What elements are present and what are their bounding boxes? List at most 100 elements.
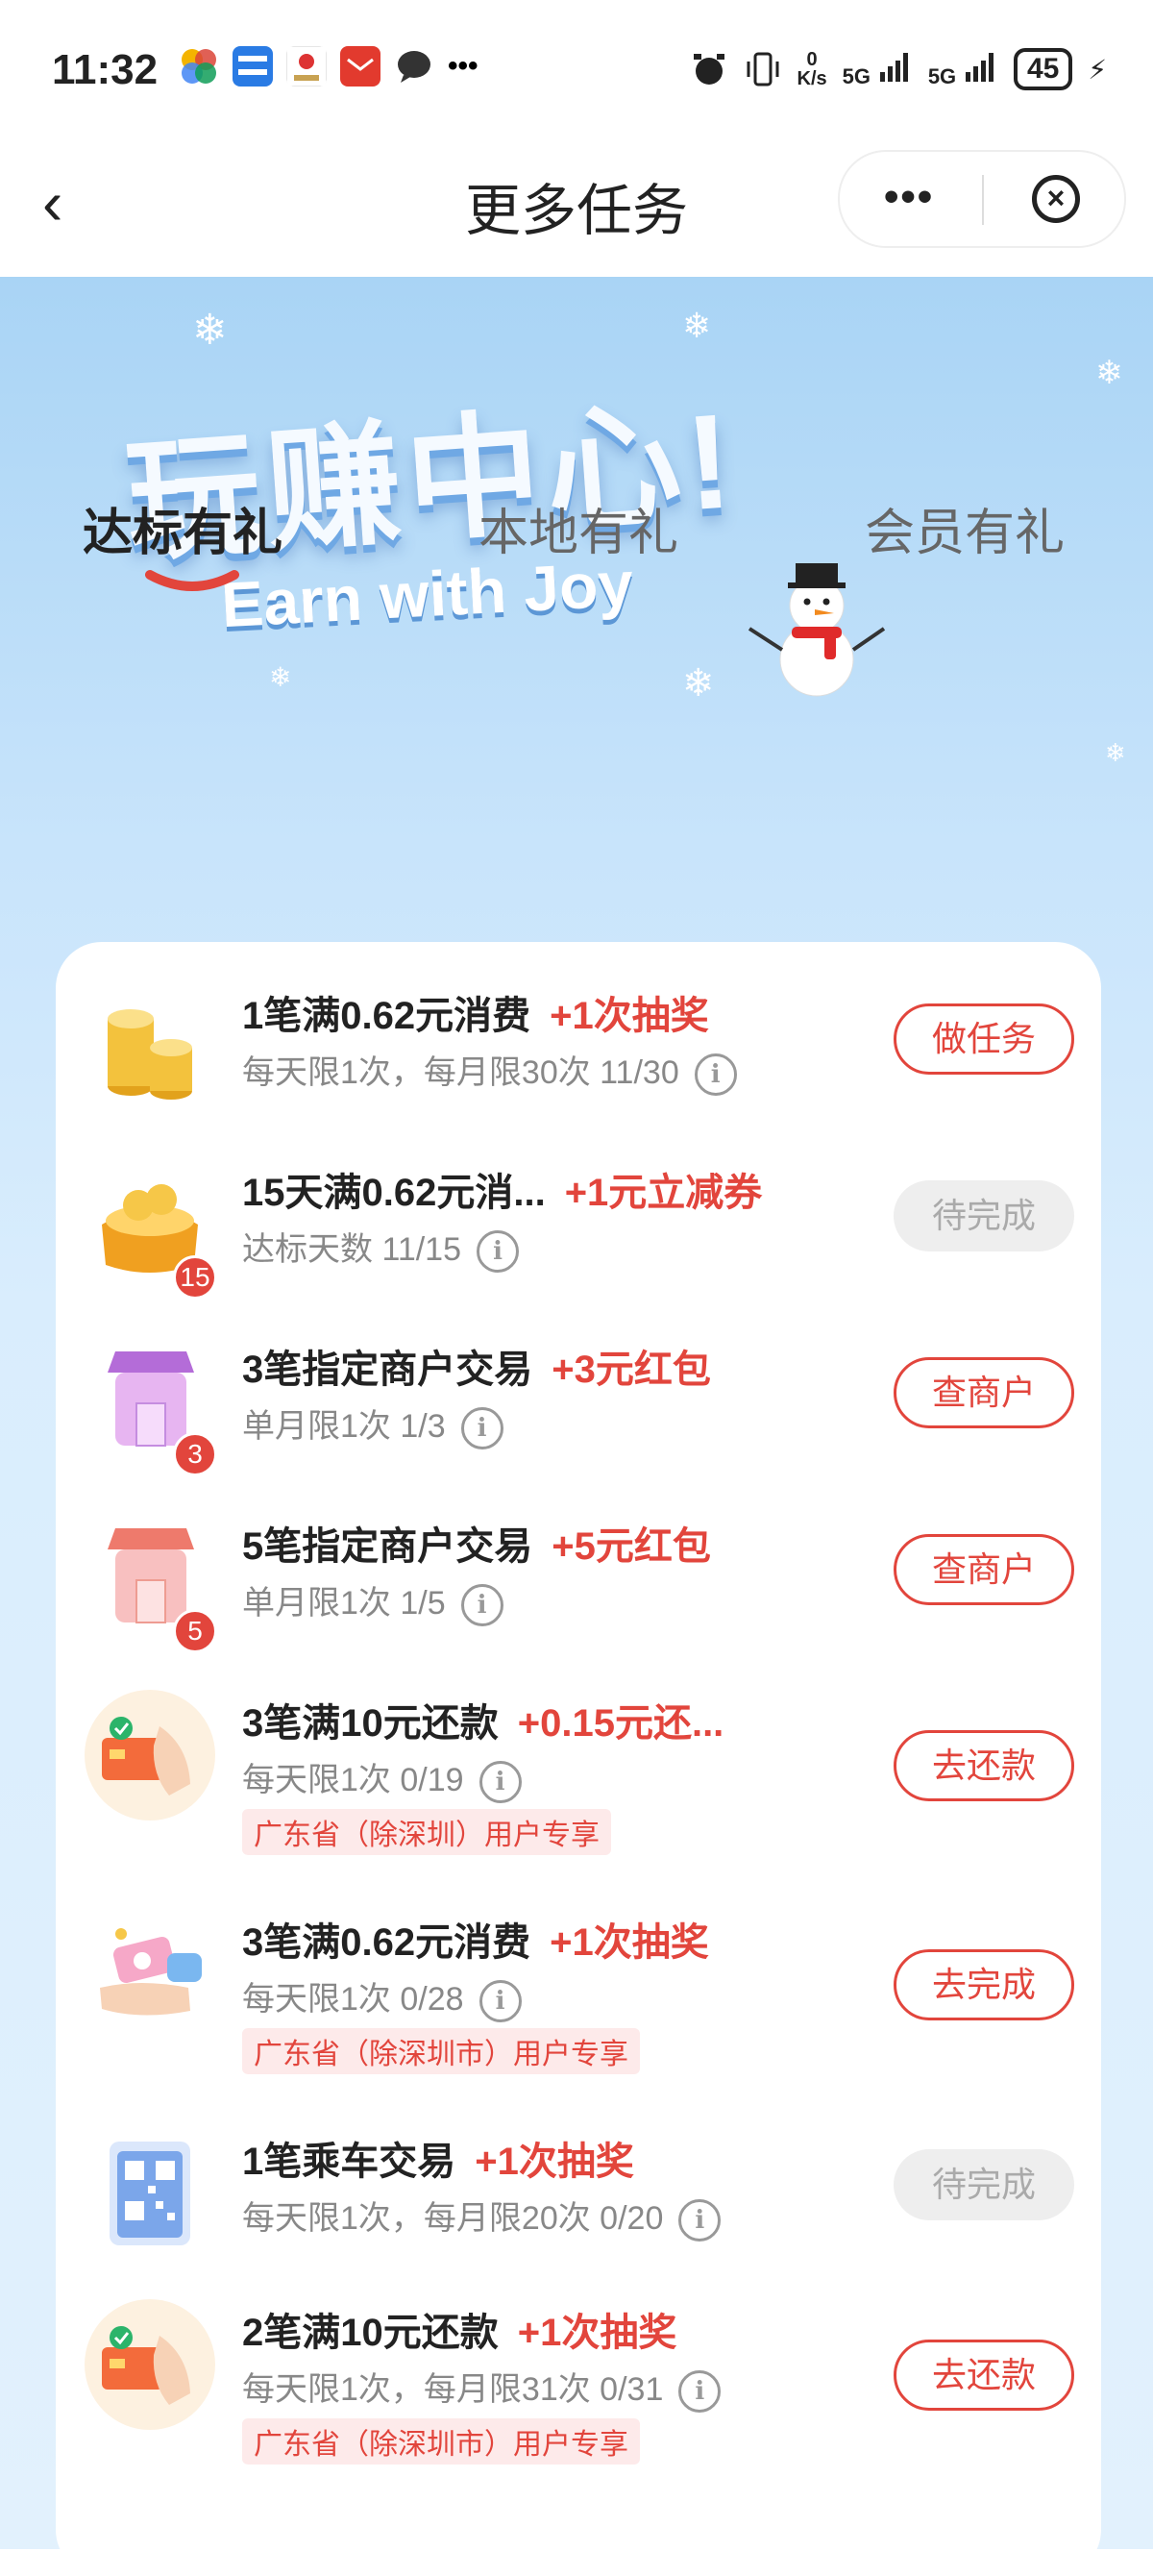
tab-local-rewards[interactable]: 本地有礼 [478, 492, 678, 564]
task-subtitle-text: 单月限1次 1/5 [242, 1585, 446, 1622]
view-merchants-button[interactable]: 查商户 [894, 1357, 1074, 1428]
task-title-text: 15天满0.62元消... [242, 1172, 546, 1214]
do-task-button[interactable]: 做任务 [894, 1003, 1074, 1075]
info-icon[interactable]: i [460, 1407, 503, 1450]
task-reward: +3元红包 [552, 1349, 711, 1391]
task-title-text: 3笔满0.62元消费 [242, 1921, 531, 1964]
tab-standard-rewards[interactable]: 达标有礼 [83, 492, 282, 564]
signal-bars-icon [965, 52, 994, 82]
view-merchants-button[interactable]: 查商户 [894, 1534, 1074, 1605]
repay-button[interactable]: 去还款 [894, 1730, 1074, 1801]
cash-hand-icon [100, 1928, 202, 2016]
complete-button[interactable]: 去完成 [894, 1949, 1074, 2020]
status-indicators: 0 K/s 5G 5G 45 ⚡ [690, 48, 1107, 90]
region-tag: 广东省（除深圳市）用户专享 [242, 2028, 640, 2074]
bank-app-icon [286, 46, 327, 87]
task-title: 1笔乘车交易 +1次抽奖 [242, 2130, 634, 2186]
pending-button[interactable]: 待完成 [894, 1180, 1074, 1251]
signal-label-2: 5G [927, 63, 957, 88]
task-subtitle-text: 达标天数 11/15 [242, 1231, 462, 1268]
task-subtitle-text: 每天限1次，每月限20次 0/20 [242, 2200, 664, 2237]
task-title-text: 2笔满10元还款 [242, 2312, 499, 2354]
signal-bars-icon [879, 52, 908, 82]
battery-icon: 45 [1013, 48, 1073, 90]
active-tab-indicator [145, 570, 239, 591]
task-title-text: 5笔指定商户交易 [242, 1525, 533, 1568]
net-speed: 0 K/s [797, 50, 827, 88]
qr-code-icon [110, 2142, 190, 2245]
tab-member-rewards[interactable]: 会员有礼 [865, 492, 1065, 564]
task-subtitle: 单月限1次 1/3 i [242, 1399, 503, 1450]
task-reward: +1次抽奖 [550, 1921, 709, 1964]
info-icon[interactable]: i [694, 1053, 737, 1097]
snowflake-icon: ❄ [682, 662, 715, 705]
task-subtitle: 每天限1次 0/19 i [242, 1753, 522, 1804]
info-icon[interactable]: i [460, 1584, 503, 1627]
task-reward: +5元红包 [552, 1525, 711, 1568]
snowflake-icon: ❄ [1105, 738, 1126, 767]
task-title: 2笔满10元还款 +1次抽奖 [242, 2301, 676, 2357]
notification-icons: ••• [179, 46, 478, 87]
task-reward: +1元立减券 [564, 1172, 763, 1214]
info-icon[interactable]: i [678, 2370, 722, 2414]
region-tag: 广东省（除深圳市）用户专享 [242, 2418, 640, 2465]
douyu-app-icon [233, 46, 273, 87]
message-icon [398, 51, 430, 83]
task-title: 15天满0.62元消... +1元立减券 [242, 1161, 762, 1217]
signal-label-1: 5G [842, 63, 871, 88]
info-icon[interactable]: i [478, 1980, 522, 2023]
more-menu-icon[interactable]: ••• [884, 173, 934, 221]
task-title: 3笔满10元还款 +0.15元还... [242, 1692, 724, 1747]
task-subtitle-text: 每天限1次 0/19 [242, 1762, 464, 1798]
task-reward: +1次抽奖 [550, 995, 709, 1037]
snowflake-icon: ❄ [1095, 355, 1123, 391]
task-subtitle: 每天限1次 0/28 i [242, 1972, 522, 2023]
signal-5g-1: 5G [843, 49, 913, 90]
task-subtitle: 达标天数 11/15 i [242, 1223, 520, 1274]
task-subtitle: 每天限1次，每月限30次 11/30 i [242, 1046, 737, 1097]
snowflake-icon: ❄ [192, 307, 228, 354]
count-badge: 15 [173, 1255, 217, 1300]
vibrate-icon [747, 52, 779, 87]
task-title-text: 3笔满10元还款 [242, 1702, 499, 1745]
task-subtitle-text: 单月限1次 1/3 [242, 1408, 446, 1445]
task-subtitle-text: 每天限1次，每月限31次 0/31 [242, 2371, 664, 2408]
task-title: 1笔满0.62元消费 +1次抽奖 [242, 984, 709, 1040]
task-reward: +1次抽奖 [475, 2141, 634, 2183]
status-bar: 11:32 ••• 0 K/s 5G 5G 45 ⚡ [0, 0, 1153, 144]
card-hand-icon [85, 2299, 215, 2430]
info-icon[interactable]: i [477, 1230, 520, 1274]
pending-button[interactable]: 待完成 [894, 2149, 1074, 2220]
task-subtitle: 每天限1次，每月限31次 0/31 i [242, 2363, 722, 2414]
mini-program-capsule: ••• × [838, 150, 1126, 248]
info-icon[interactable]: i [478, 1761, 522, 1804]
task-reward: +1次抽奖 [517, 2312, 677, 2354]
more-notifications-icon: ••• [448, 50, 478, 82]
net-speed-value: 0 [806, 49, 818, 70]
signal-5g-2: 5G [928, 49, 998, 90]
task-subtitle-text: 每天限1次 0/28 [242, 1981, 464, 2018]
snowman-icon [748, 563, 886, 697]
capsule-divider [982, 175, 984, 225]
task-title: 5笔指定商户交易 +5元红包 [242, 1515, 711, 1571]
nav-bar: ‹ 更多任务 ••• × [0, 144, 1153, 277]
gold-coins-icon [108, 1009, 192, 1100]
task-list-card: 1笔满0.62元消费 +1次抽奖 每天限1次，每月限30次 11/30 i 做任务 … [56, 942, 1101, 2576]
photos-app-icon [182, 49, 216, 84]
status-time: 11:32 [52, 46, 159, 93]
task-title-text: 1笔满0.62元消费 [242, 995, 531, 1037]
task-title-text: 3笔指定商户交易 [242, 1349, 533, 1391]
alarm-icon [693, 54, 724, 85]
region-tag: 广东省（除深圳）用户专享 [242, 1809, 611, 1855]
task-title: 3笔指定商户交易 +3元红包 [242, 1338, 711, 1394]
snowflake-icon: ❄ [682, 306, 712, 345]
card-hand-icon [85, 1690, 215, 1821]
charging-icon: ⚡ [1088, 54, 1107, 85]
info-icon[interactable]: i [678, 2199, 722, 2242]
repay-button[interactable]: 去还款 [894, 2340, 1074, 2411]
task-subtitle: 每天限1次，每月限20次 0/20 i [242, 2192, 722, 2242]
net-speed-unit: K/s [797, 68, 827, 89]
count-badge: 5 [173, 1609, 217, 1653]
red-app-icon [340, 46, 380, 87]
close-icon[interactable]: × [1032, 175, 1080, 223]
